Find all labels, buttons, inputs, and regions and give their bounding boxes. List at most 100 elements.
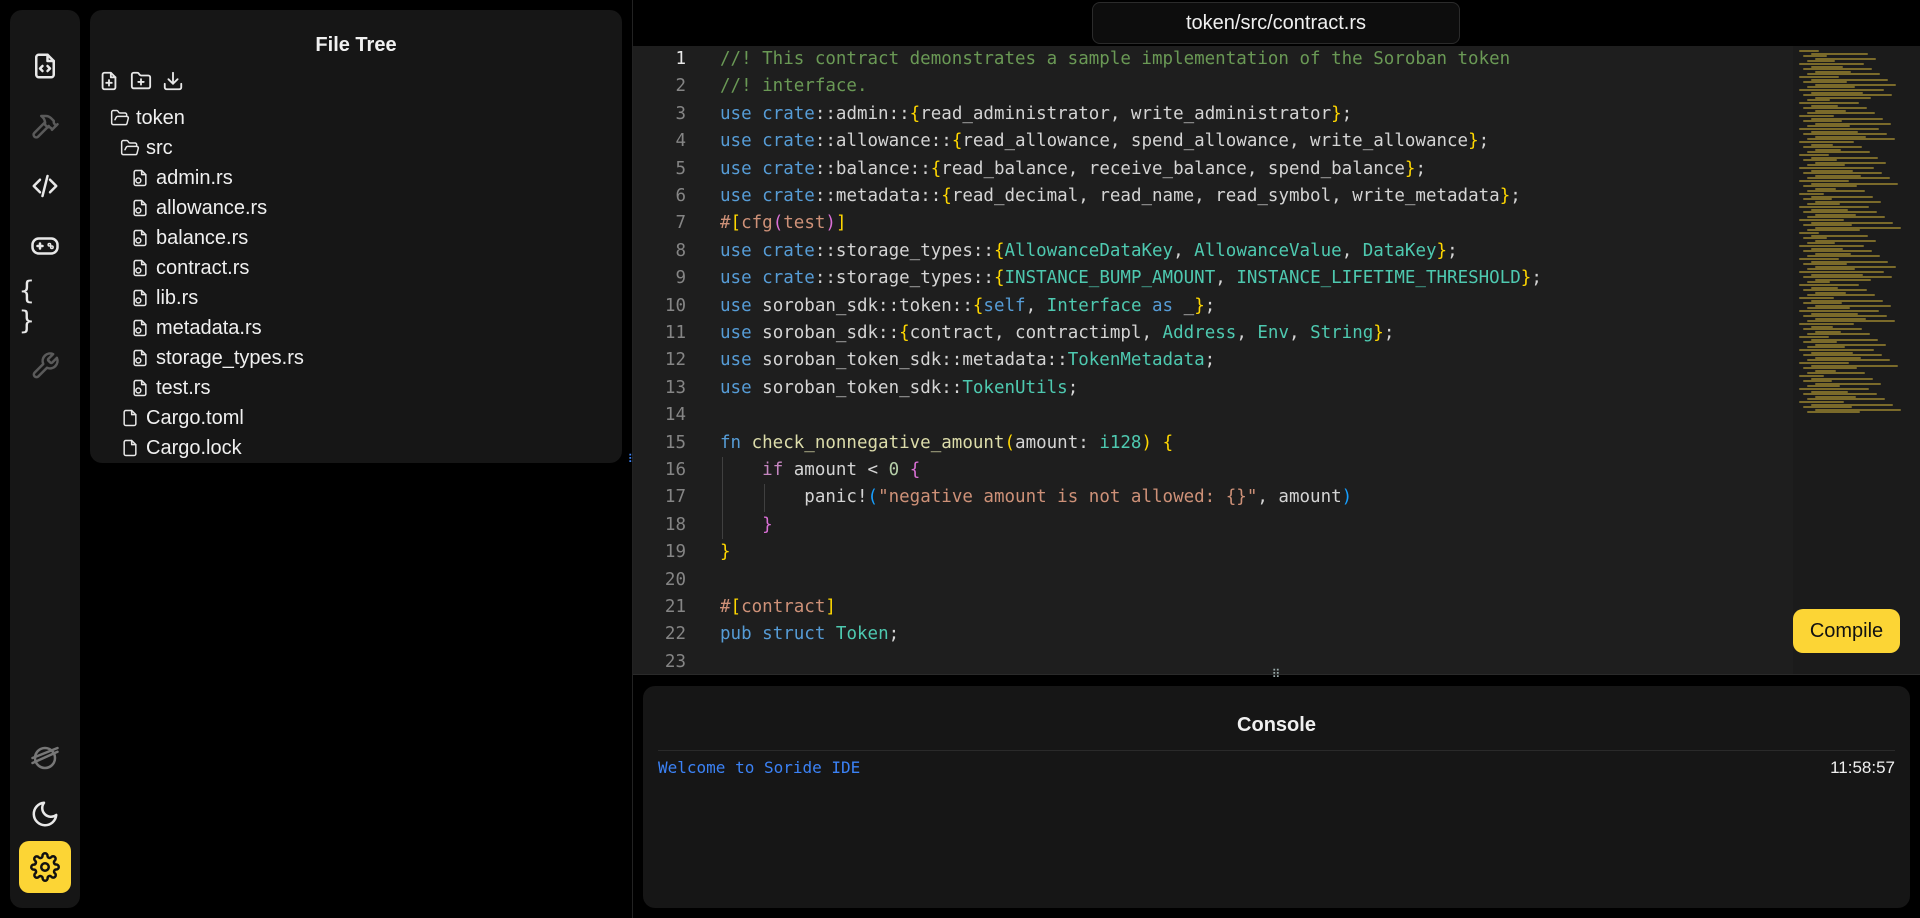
code-line[interactable]: 2 //! interface.	[633, 73, 1793, 100]
code-line[interactable]: 14	[633, 402, 1793, 429]
code-line[interactable]: 20	[633, 567, 1793, 594]
code-line[interactable]: 9 use crate::storage_types::{INSTANCE_BUM…	[633, 265, 1793, 292]
download-icon	[163, 71, 183, 91]
line-number: 16	[664, 460, 686, 480]
code-token: {	[993, 268, 1005, 289]
code-token: ;	[1510, 186, 1521, 206]
code-line[interactable]: 7 #[cfg(test)]	[633, 210, 1793, 237]
compile-button[interactable]: Compile	[1793, 609, 1900, 653]
tree-item-label: Cargo.lock	[146, 436, 242, 459]
code-line[interactable]: 10 use soroban_sdk::token::{self, Interfa…	[633, 293, 1793, 320]
line-number: 11	[664, 323, 686, 343]
code-line[interactable]: 3 use crate::admin::{read_administrator, …	[633, 101, 1793, 128]
code-line[interactable]: 16 if amount < 0 {	[633, 457, 1793, 484]
line-code: use soroban_token_sdk::metadata::TokenMe…	[720, 347, 1215, 374]
theme-toggle-button[interactable]	[19, 788, 71, 840]
new-file-button[interactable]	[98, 70, 120, 92]
minimap-line	[1799, 115, 1834, 117]
minimap-line	[1803, 341, 1837, 344]
line-number: 9	[675, 268, 686, 289]
settings-button[interactable]	[19, 841, 71, 893]
tree-file-contract[interactable]: contract.rs	[130, 254, 249, 282]
code-editor[interactable]: 1 //! This contract demonstrates a sample…	[633, 46, 1920, 674]
code-token: }	[1468, 131, 1479, 152]
tree-file-test[interactable]: test.rs	[130, 374, 210, 402]
code-token: amount <	[793, 460, 889, 480]
tree-file-storage-types[interactable]: storage_types.rs	[130, 344, 304, 372]
line-code: //! This contract demonstrates a sample …	[720, 46, 1510, 73]
activity-bar: { }	[10, 10, 80, 908]
code-token: }	[1373, 323, 1384, 343]
code-token: test	[783, 213, 826, 234]
folder-open-icon	[110, 109, 130, 126]
code-token: ;	[1341, 103, 1353, 124]
code-line[interactable]: 17 panic!("negative amount is not allowe…	[633, 484, 1793, 511]
minimap-line	[1803, 354, 1882, 357]
code-token: fn	[720, 432, 752, 453]
code-token: use	[720, 295, 763, 316]
file-explorer-button[interactable]	[19, 40, 71, 92]
tools-button[interactable]	[19, 340, 71, 392]
code-token: ::storage_types::	[814, 268, 994, 289]
code-token: ,	[1289, 323, 1311, 343]
code-line[interactable]: 15 fn check_nonnegative_amount(amount: i1…	[633, 430, 1793, 457]
file-icon	[123, 439, 137, 457]
stellar-link[interactable]	[19, 732, 71, 784]
tree-folder-src[interactable]: src	[120, 134, 173, 162]
new-folder-button[interactable]	[130, 70, 152, 92]
code-line[interactable]: 13 use soroban_token_sdk::TokenUtils;	[633, 375, 1793, 402]
code-token: ;	[1383, 323, 1395, 343]
code-line[interactable]: 6 use crate::metadata::{read_decimal, rea…	[633, 183, 1793, 210]
build-button[interactable]	[19, 100, 71, 152]
minimap-line	[1799, 219, 1844, 221]
code-line[interactable]: 12 use soroban_token_sdk::metadata::Token…	[633, 347, 1793, 374]
game-button[interactable]	[19, 220, 71, 272]
download-button[interactable]	[162, 70, 184, 92]
code-line[interactable]: 1 //! This contract demonstrates a sample…	[633, 46, 1793, 73]
code-token: }	[1404, 158, 1416, 179]
code-line[interactable]: 18 }	[633, 512, 1793, 539]
minimap-line	[1799, 375, 1824, 377]
minimap-line	[1799, 206, 1869, 208]
json-braces-icon: { }	[19, 276, 37, 336]
tree-file-cargo-lock[interactable]: Cargo.lock	[120, 434, 242, 462]
code-token: use	[720, 131, 763, 152]
tree-file-allowance[interactable]: allowance.rs	[130, 194, 267, 222]
code-token: cfg	[741, 213, 773, 234]
line-code: #[contract]	[720, 594, 836, 621]
minimap-line	[1803, 289, 1867, 292]
minimap[interactable]	[1793, 46, 1920, 674]
editor-tab[interactable]: token/src/contract.rs	[1092, 2, 1460, 44]
code-line[interactable]: 8 use crate::storage_types::{AllowanceDat…	[633, 238, 1793, 265]
code-token: contract, contractimpl,	[909, 323, 1163, 343]
stellar-logo-icon	[31, 746, 59, 770]
tree-folder-token[interactable]: token	[110, 104, 185, 132]
code-token: soroban_token_sdk::metadata::	[762, 350, 1068, 371]
wrench-icon	[32, 352, 59, 379]
code-line[interactable]: 21 #[contract]	[633, 594, 1793, 621]
code-token: ;	[1415, 158, 1426, 179]
code-token: soroban_sdk::	[762, 323, 900, 343]
tree-file-admin[interactable]: admin.rs	[130, 164, 233, 192]
code-token: ;	[1204, 350, 1216, 371]
code-line[interactable]: 22 pub struct Token;	[633, 621, 1793, 648]
code-token: contract	[741, 597, 826, 617]
settings-gear-icon	[30, 852, 60, 882]
code-line[interactable]: 19}	[633, 539, 1793, 566]
tree-file-balance[interactable]: balance.rs	[130, 224, 248, 252]
code-token: (	[1004, 432, 1016, 453]
code-line[interactable]: 5 use crate::balance::{read_balance, rece…	[633, 156, 1793, 183]
code-button[interactable]	[19, 160, 71, 212]
json-button[interactable]: { }	[19, 276, 71, 336]
horizontal-resize-handle[interactable]: ⠿	[1268, 668, 1284, 680]
tree-file-cargo-toml[interactable]: Cargo.toml	[120, 404, 244, 432]
code-token: use	[720, 186, 763, 206]
code-line[interactable]: 4 use crate::allowance::{read_allowance, …	[633, 128, 1793, 155]
code-line[interactable]: 11 use soroban_sdk::{contract, contractim…	[633, 320, 1793, 347]
tree-file-metadata[interactable]: metadata.rs	[130, 314, 262, 342]
code-line[interactable]: 23	[633, 649, 1793, 674]
minimap-line	[1799, 154, 1829, 156]
minimap-line	[1807, 411, 1860, 414]
tree-file-lib[interactable]: lib.rs	[130, 284, 198, 312]
